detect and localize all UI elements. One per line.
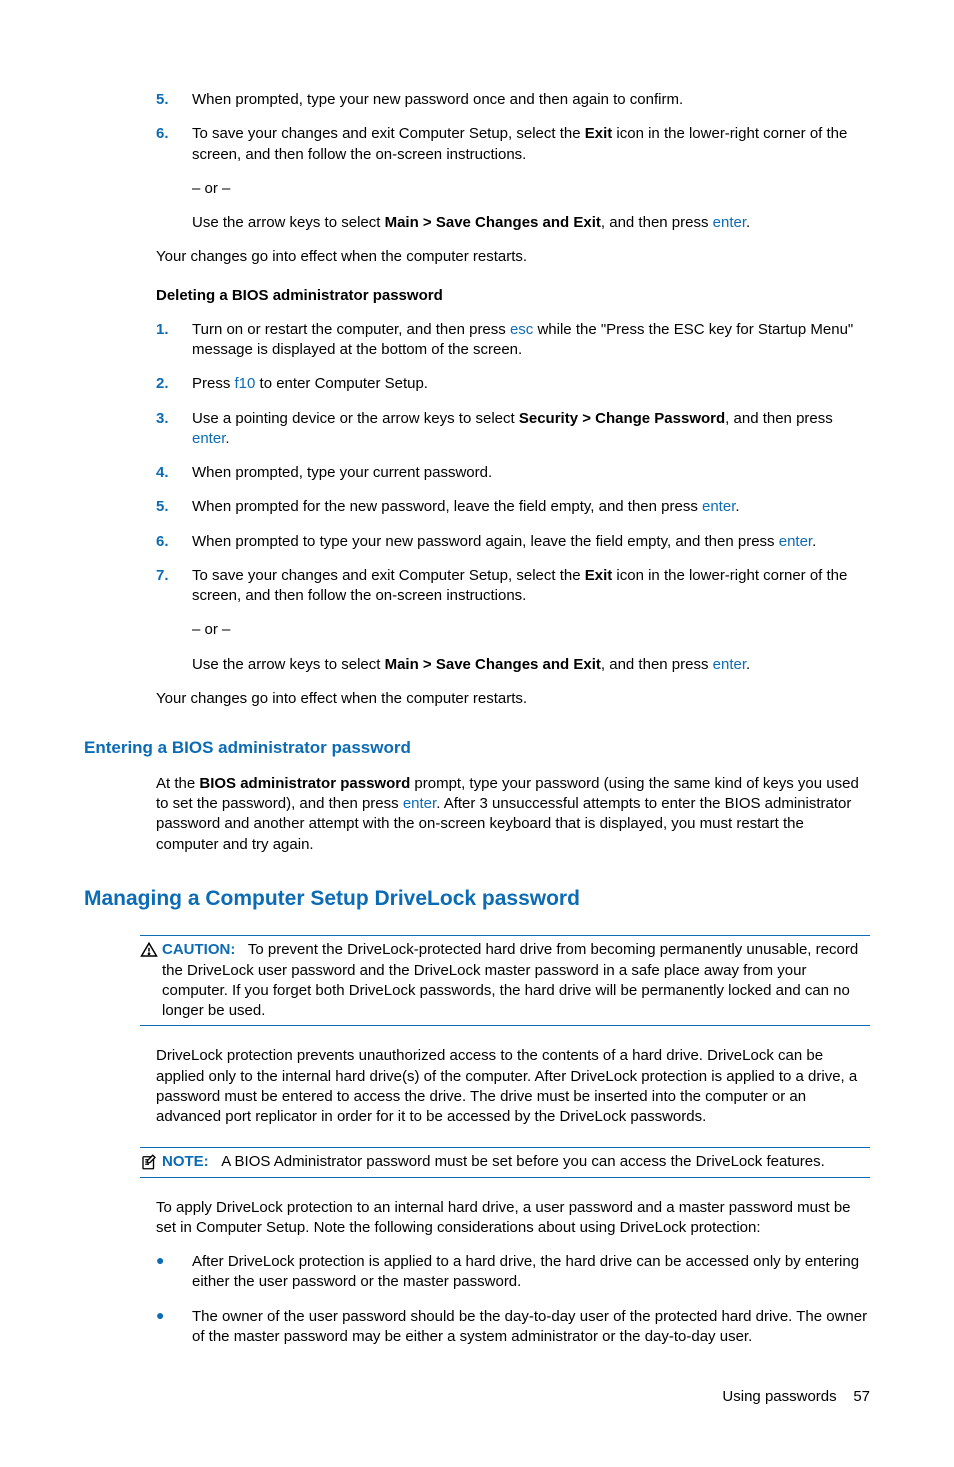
text: Use a pointing device or the arrow keys … [192,410,519,427]
text: To save your changes and exit Computer S… [192,567,585,584]
key-enter: enter [713,656,746,673]
managing-heading: Managing a Computer Setup DriveLock pass… [84,885,870,913]
text: A BIOS Administrator password must be se… [221,1153,825,1170]
step-number: 5. [156,497,192,517]
key-f10: f10 [235,375,256,392]
page-number: 57 [853,1388,870,1405]
step-text: Press f10 to enter Computer Setup. [192,374,870,394]
step-number: 5. [156,90,192,110]
step-text: Turn on or restart the computer, and the… [192,320,870,361]
step-text: When prompted, type your current passwor… [192,463,870,483]
del-step-6: 6. When prompted to type your new passwo… [84,532,870,552]
step-text: When prompted for the new password, leav… [192,497,870,517]
del-step-7: 7. To save your changes and exit Compute… [84,566,870,675]
entering-paragraph: At the BIOS administrator password promp… [156,774,870,855]
text: . [746,656,750,673]
note-label: NOTE: [162,1153,209,1170]
step-number: 1. [156,320,192,361]
del-step-2: 2. Press f10 to enter Computer Setup. [84,374,870,394]
text: . [746,214,750,231]
text: To save your changes and exit Computer S… [192,125,585,142]
footer-label: Using passwords [722,1388,836,1405]
or-separator: – or – [192,620,870,640]
step-text: To save your changes and exit Computer S… [192,124,870,233]
step-number: 4. [156,463,192,483]
step-6: 6. To save your changes and exit Compute… [84,124,870,233]
caution-text: CAUTION: To prevent the DriveLock-protec… [162,940,870,1021]
text: . [812,533,816,550]
bold: Main > Save Changes and Exit [385,214,601,231]
alt-step-text: Use the arrow keys to select Main > Save… [192,655,870,675]
step-5: 5. When prompted, type your new password… [84,90,870,110]
text: When prompted for the new password, leav… [192,498,702,515]
bullet-icon: ● [156,1252,192,1293]
bold: Exit [585,567,613,584]
restart-note: Your changes go into effect when the com… [156,247,870,267]
text: When prompted to type your new password … [192,533,779,550]
caution-icon [140,940,162,1021]
list-item-text: After DriveLock protection is applied to… [192,1252,870,1293]
text: Turn on or restart the computer, and the… [192,321,510,338]
restart-note: Your changes go into effect when the com… [156,689,870,709]
list-item: ● The owner of the user password should … [156,1307,870,1348]
text: to enter Computer Setup. [255,375,428,392]
note-icon [140,1152,162,1172]
text: Use the arrow keys to select [192,656,385,673]
note-admonition: NOTE: A BIOS Administrator password must… [140,1141,870,1183]
text: , and then press [601,214,713,231]
step-text: When prompted, type your new password on… [192,90,870,110]
key-esc: esc [510,321,533,338]
caution-admonition: CAUTION: To prevent the DriveLock-protec… [140,929,870,1032]
key-enter: enter [702,498,735,515]
text: Use the arrow keys to select [192,214,385,231]
text: At the [156,775,199,792]
step-number: 6. [156,532,192,552]
note-text: NOTE: A BIOS Administrator password must… [162,1152,870,1172]
caution-label: CAUTION: [162,941,235,958]
considerations-list: ● After DriveLock protection is applied … [156,1252,870,1347]
step-text: When prompted to type your new password … [192,532,870,552]
del-step-4: 4. When prompted, type your current pass… [84,463,870,483]
text: . [735,498,739,515]
drivelock-paragraph: DriveLock protection prevents unauthoriz… [156,1046,870,1127]
step-number: 6. [156,124,192,233]
bold: BIOS administrator password [199,775,410,792]
step-number: 7. [156,566,192,675]
text: . [225,430,229,447]
bold: Main > Save Changes and Exit [385,656,601,673]
bold: Exit [585,125,613,142]
key-enter: enter [779,533,812,550]
key-enter: enter [713,214,746,231]
step-text: To save your changes and exit Computer S… [192,566,870,675]
alt-step-text: Use the arrow keys to select Main > Save… [192,213,870,233]
del-step-5: 5. When prompted for the new password, l… [84,497,870,517]
step-text: Use a pointing device or the arrow keys … [192,409,870,450]
del-step-3: 3. Use a pointing device or the arrow ke… [84,409,870,450]
del-step-1: 1. Turn on or restart the computer, and … [84,320,870,361]
apply-paragraph: To apply DriveLock protection to an inte… [156,1198,870,1239]
page-footer: Using passwords 57 [84,1387,870,1407]
bullet-icon: ● [156,1307,192,1348]
step-number: 3. [156,409,192,450]
step-number: 2. [156,374,192,394]
key-enter: enter [403,795,436,812]
deleting-heading: Deleting a BIOS administrator password [156,286,870,306]
list-item-text: The owner of the user password should be… [192,1307,870,1348]
or-separator: – or – [192,179,870,199]
text: , and then press [725,410,833,427]
text: , and then press [601,656,713,673]
text: To prevent the DriveLock-protected hard … [162,941,858,1019]
entering-heading: Entering a BIOS administrator password [84,737,870,760]
bold: Security > Change Password [519,410,725,427]
key-enter: enter [192,430,225,447]
list-item: ● After DriveLock protection is applied … [156,1252,870,1293]
text: Press [192,375,235,392]
